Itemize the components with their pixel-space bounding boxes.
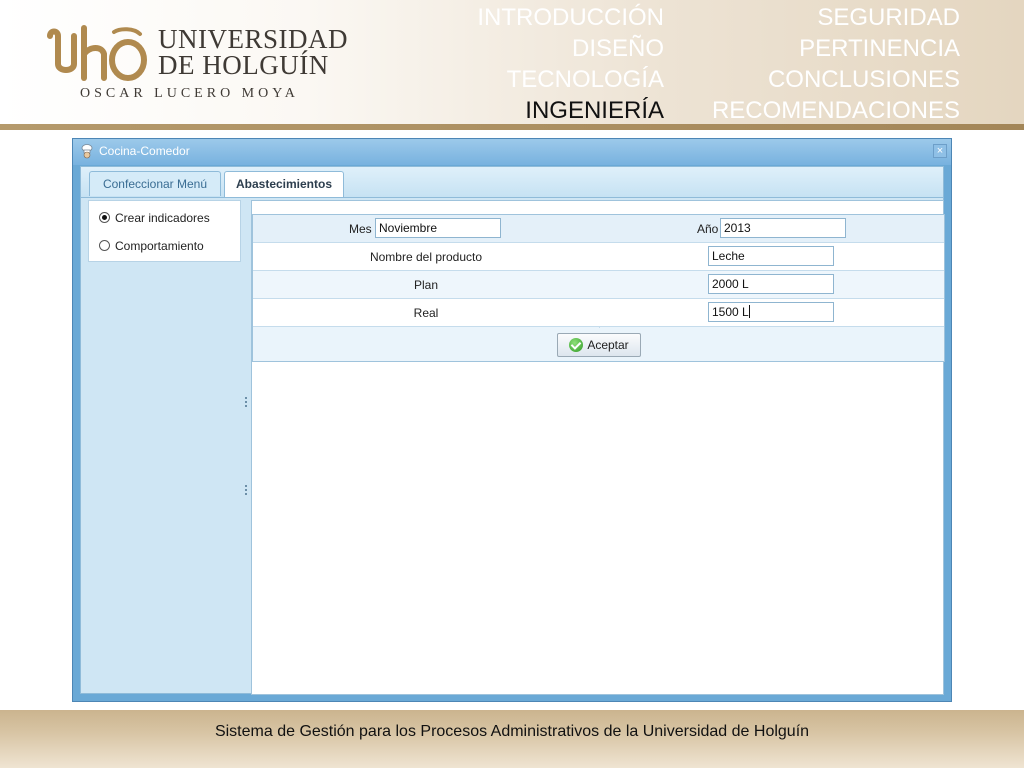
- cocina-comedor-window: Cocina-Comedor × Confeccionar Menú Abast…: [72, 138, 952, 702]
- options-panel: Crear indicadores Comportamiento: [88, 200, 241, 262]
- form-row-plan: Plan 2000 L: [253, 271, 944, 299]
- chef-icon: [81, 144, 93, 159]
- slide-footer: Sistema de Gestión para los Procesos Adm…: [0, 710, 1024, 768]
- window-close-button[interactable]: ×: [933, 144, 947, 158]
- option-label: Crear indicadores: [115, 211, 210, 225]
- nav-column-left: INTRODUCCIÓN DISEÑO TECNOLOGÍA INGENIERÍ…: [477, 2, 664, 126]
- nav-column-right: SEGURIDAD PERTINENCIA CONCLUSIONES RECOM…: [712, 2, 960, 126]
- tab-bar: Confeccionar Menú Abastecimientos: [81, 167, 943, 198]
- tab-confeccionar-menu[interactable]: Confeccionar Menú: [89, 171, 221, 196]
- window-titlebar[interactable]: Cocina-Comedor ×: [73, 139, 951, 165]
- splitter-grip-icon[interactable]: [245, 485, 249, 495]
- nav-item-conclusiones[interactable]: CONCLUSIONES: [712, 64, 960, 95]
- form-row-period: Mes Noviembre Año 2013: [253, 215, 944, 243]
- nav-item-recomendaciones[interactable]: RECOMENDACIONES: [712, 95, 960, 126]
- plan-field[interactable]: 2000 L: [708, 274, 834, 294]
- check-icon: [569, 338, 584, 352]
- university-logo: UNIVERSIDAD DE HOLGUÍN OSCAR LUCERO MOYA: [44, 22, 348, 112]
- uho-logo-mark-icon: [47, 25, 147, 81]
- header-divider: [0, 124, 1024, 130]
- producto-field[interactable]: Leche: [708, 246, 834, 266]
- nav-item-seguridad[interactable]: SEGURIDAD: [712, 2, 960, 33]
- mes-field[interactable]: Noviembre: [375, 218, 501, 238]
- content-panel: Mes Noviembre Año 2013 Nombre del produc…: [251, 200, 945, 695]
- real-value: 1500 L: [712, 305, 749, 319]
- window-body: Confeccionar Menú Abastecimientos Crear …: [80, 166, 945, 695]
- nav-item-pertinencia[interactable]: PERTINENCIA: [712, 33, 960, 64]
- splitter-grip-icon[interactable]: [245, 397, 249, 407]
- form-row-real: Real 1500 L: [253, 299, 944, 327]
- abastecimiento-form: Mes Noviembre Año 2013 Nombre del produc…: [252, 214, 945, 362]
- nav-item-ingenieria[interactable]: INGENIERÍA: [477, 95, 664, 126]
- radio-selected-icon[interactable]: [99, 212, 110, 223]
- footer-caption: Sistema de Gestión para los Procesos Adm…: [214, 723, 810, 740]
- anio-label: Año: [697, 222, 719, 236]
- window-title: Cocina-Comedor: [99, 144, 190, 158]
- option-crear-indicadores[interactable]: Crear indicadores: [99, 211, 210, 225]
- nav-item-introduccion[interactable]: INTRODUCCIÓN: [477, 2, 664, 33]
- slide-header: UNIVERSIDAD DE HOLGUÍN OSCAR LUCERO MOYA…: [0, 0, 1024, 128]
- aceptar-button[interactable]: Aceptar: [557, 333, 641, 357]
- option-comportamiento[interactable]: Comportamiento: [99, 239, 204, 253]
- nav-item-diseno[interactable]: DISEÑO: [477, 33, 664, 64]
- option-label: Comportamiento: [115, 239, 204, 253]
- anio-field[interactable]: 2013: [720, 218, 846, 238]
- nav-item-tecnologia[interactable]: TECNOLOGÍA: [477, 64, 664, 95]
- producto-label: Nombre del producto: [369, 250, 483, 264]
- text-caret: [748, 305, 750, 318]
- logo-campus-name: OSCAR LUCERO MOYA: [80, 86, 299, 101]
- logo-city-name: DE HOLGUÍN: [158, 50, 329, 80]
- tab-abastecimientos[interactable]: Abastecimientos: [224, 171, 344, 197]
- real-label: Real: [413, 306, 439, 320]
- mes-label: Mes: [349, 222, 372, 236]
- aceptar-label: Aceptar: [587, 338, 629, 352]
- plan-label: Plan: [413, 278, 439, 292]
- radio-unselected-icon[interactable]: [99, 240, 110, 251]
- form-row-producto: Nombre del producto Leche: [253, 243, 944, 271]
- real-field[interactable]: 1500 L: [708, 302, 834, 322]
